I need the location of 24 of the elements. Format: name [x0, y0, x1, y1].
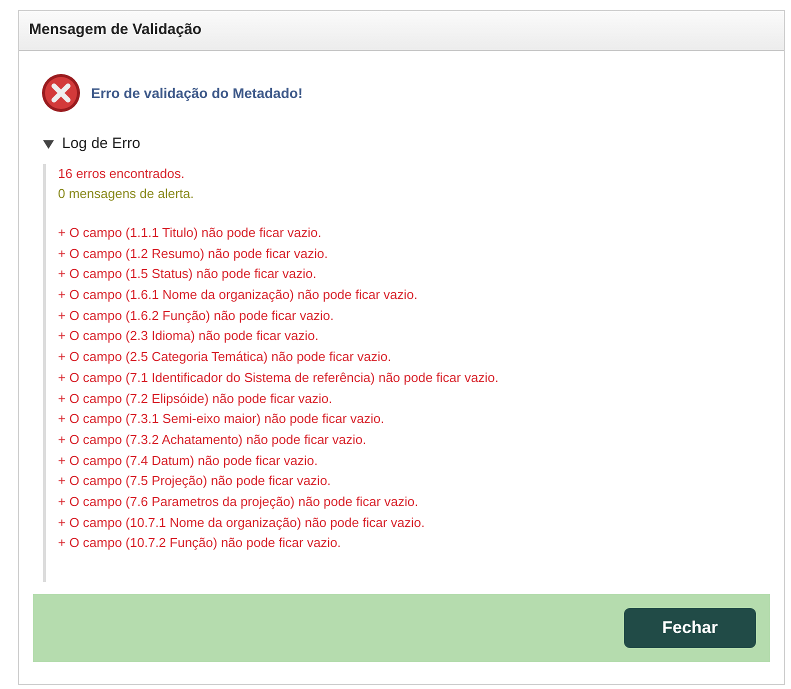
error-line: + O campo (7.6 Parametros da projeção) não pode ficar vazio.: [58, 493, 420, 512]
alert-message: Erro de validação do Metadado!: [91, 84, 303, 103]
error-line: + O campo (1.1.1 Titulo) não pode ficar vazio.: [58, 224, 322, 242]
error-line: + O campo (7.2 Elipsóide) não pode ficar vazio.: [58, 390, 334, 408]
error-line: + O campo (1.6.1 Nome da organização) não pode ficar vazio.: [58, 286, 419, 304]
error-line: + O campo (2.5 Categoria Temática) não pode ficar vazio.: [58, 348, 392, 366]
error-line: + O campo (10.7.1 Nome da organização) não pode ficar vazio.: [58, 514, 426, 532]
error-icon: [41, 73, 81, 113]
error-line: + O campo (10.7.2 Função) não pode ficar vazio.: [58, 534, 342, 552]
dialog-title: Mensagem de Validação: [29, 20, 202, 40]
error-line: + O campo (7.5 Projeção) não pode ficar vazio.: [58, 472, 332, 490]
error-line: + O campo (2.3 Idioma) não pode ficar vazio.: [58, 327, 320, 346]
error-line: + O campo (1.5 Status) não pode ficar vazio.: [58, 265, 318, 284]
error-line: + O campo (7.1 Identificador do Sistema de referência) não pode ficar vazio.: [58, 368, 500, 387]
summary-line: 0 mensagens de alerta.: [58, 185, 195, 204]
error-line: + O campo (1.6.2 Função) não pode ficar vazio.: [58, 306, 335, 325]
error-line: + O campo (1.2 Resumo) não pode ficar vazio.: [58, 244, 329, 263]
close-button[interactable]: Fechar: [624, 608, 756, 648]
error-line: + O campo (7.3.1 Semi-eixo maior) não pode ficar vazio.: [58, 410, 386, 428]
summary-line: 16 erros encontrados.: [58, 164, 186, 182]
error-line: + O campo (7.4 Datum) não pode ficar vazio.: [58, 452, 319, 470]
triangle-icon: [43, 138, 54, 150]
error-line: + O campo (7.3.2 Achatamento) não pode ficar vazio.: [58, 430, 368, 449]
log-toggle[interactable]: Log de Erro: [19, 133, 140, 156]
